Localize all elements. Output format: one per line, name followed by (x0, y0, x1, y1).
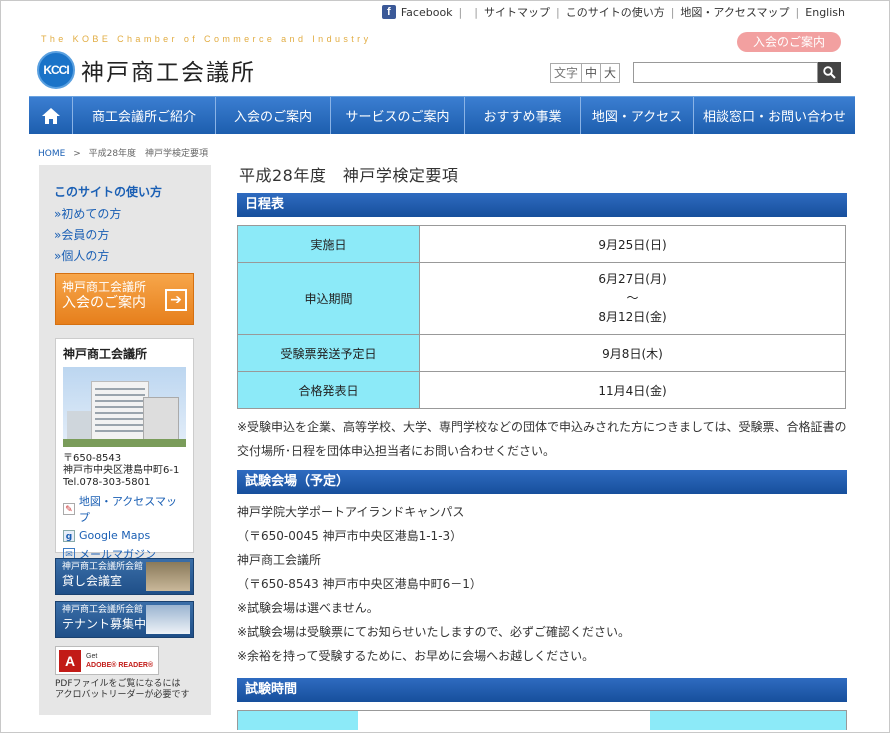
breadcrumb-home[interactable]: HOME (38, 149, 65, 159)
meeting-room-photo (146, 562, 190, 591)
nav-home[interactable] (29, 97, 73, 134)
table-cell: 9月25日(日) (419, 225, 846, 263)
separator: | (555, 5, 560, 19)
sitemap-link[interactable]: サイトマップ (484, 4, 550, 20)
kcci-logo-icon: KCCI (37, 51, 75, 89)
table-row: 実施日 9月25日(日) (237, 225, 846, 263)
separator: | (474, 5, 478, 19)
table-cell: 9月8日(木) (419, 334, 846, 372)
font-size-large-button[interactable]: 大 (600, 63, 621, 83)
sidebar-access-map-link[interactable]: ✎ 地図・アクセスマップ (63, 493, 186, 525)
sidebar-title: このサイトの使い方 (54, 185, 163, 199)
table-row: 合格発表日 11月4日(金) (237, 371, 846, 409)
howto-link[interactable]: このサイトの使い方 (566, 4, 665, 20)
venue-line: （〒650-0045 神戸市中央区港島1-1-3） (237, 529, 463, 543)
join-button[interactable]: 入会のご案内 (737, 32, 841, 52)
facebook-link[interactable]: f Facebook (381, 5, 453, 19)
separator: | (458, 5, 463, 19)
search-icon (823, 66, 836, 79)
nav-access[interactable]: 地図・アクセス (581, 97, 694, 134)
page-title: 平成28年度 神戸学検定要項 (239, 166, 459, 185)
table-cell: 6月27日(月) ～ 8月12日(金) (419, 262, 846, 335)
tenant-building-photo (146, 605, 190, 634)
search-button[interactable] (818, 62, 841, 83)
font-size-switcher: 文字 中 大 (550, 63, 621, 83)
schedule-table: 実施日 9月25日(日) 申込期間 6月27日(月) ～ 8月12日(金) 受験… (237, 225, 846, 409)
office-postal: 〒650-8543 (63, 453, 122, 464)
nav-contact[interactable]: 相談窓口・お問い合わせ (694, 97, 855, 134)
font-size-medium-button[interactable]: 中 (581, 63, 601, 83)
access-map-link[interactable]: 地図・アクセスマップ (680, 4, 789, 20)
nav-membership[interactable]: 入会のご案内 (216, 97, 331, 134)
sidebar-link-individuals[interactable]: »個人の方 (54, 247, 121, 268)
logo-text: 神戸商工会議所 (81, 60, 256, 86)
join-banner[interactable]: 神戸商工会議所 入会のご案内 ➔ (55, 273, 194, 325)
browser-page: f Facebook | | サイトマップ | このサイトの使い方 | 地図・ア… (0, 0, 890, 733)
table-row: 受験票発送予定日 9月8日(木) (237, 334, 846, 372)
venue-line: ※試験会場は受験票にてお知らせいたしますので、必ずご確認ください。 (237, 625, 630, 639)
table-header-cell: 合格発表日 (237, 371, 420, 409)
top-links: f Facebook | | サイトマップ | このサイトの使い方 | 地図・ア… (381, 4, 845, 20)
adobe-reader-button[interactable]: A Get ADOBE® READER® (55, 646, 159, 675)
header-tagline: The KOBE Chamber of Commerce and Industr… (41, 34, 372, 44)
main-content: 平成28年度 神戸学検定要項 日程表 実施日 9月25日(日) 申込期間 6月2… (237, 165, 847, 730)
sidebar-link-first-time[interactable]: »初めての方 (54, 205, 121, 226)
table-cell: 11月4日(金) (419, 371, 846, 409)
search-form (633, 62, 841, 83)
section-heading-schedule: 日程表 (237, 193, 847, 217)
office-info-box: 神戸商工会議所 〒650-8543 神戸市中央区港島中町6-1 Tel.078-… (55, 338, 194, 561)
table-header-cell: 実施日 (237, 225, 420, 263)
venue-line: ※余裕を持って受験するために、お早めに会場へお越しください。 (237, 649, 595, 663)
facebook-icon: f (381, 5, 396, 19)
venue-line: 神戸商工会議所 (237, 553, 322, 567)
pdf-note: PDFファイルをご覧になるには アクロバットリーダーが必要です (55, 679, 190, 700)
nav-about[interactable]: 商工会議所ご紹介 (73, 97, 216, 134)
tenant-banner[interactable]: 神戸商工会議所会館 テナント募集中 (55, 601, 194, 638)
site-logo[interactable]: KCCI 神戸商工会議所 (37, 51, 256, 89)
separator: | (670, 5, 675, 19)
sidebar-links: »初めての方 »会員の方 »個人の方 (54, 205, 121, 268)
home-icon (41, 107, 60, 124)
english-link[interactable]: English (805, 6, 845, 19)
breadcrumb-separator: > (73, 149, 81, 159)
office-tel: Tel.078-303-5801 (63, 477, 151, 488)
breadcrumb-current: 平成28年度 神戸学検定要項 (88, 149, 209, 159)
sidebar-google-maps-link[interactable]: g Google Maps (63, 529, 186, 542)
office-address: 〒650-8543 神戸市中央区港島中町6-1 Tel.078-303-5801 (63, 453, 186, 489)
font-size-label: 文字 (550, 63, 582, 83)
global-nav: 商工会議所ご紹介 入会のご案内 サービスのご案内 おすすめ事業 地図・アクセス … (29, 96, 855, 134)
map-icon: ✎ (63, 503, 75, 515)
venue-line: 神戸学院大学ポートアイランドキャンパス (237, 505, 465, 519)
venue-details: 神戸学院大学ポートアイランドキャンパス （〒650-0045 神戸市中央区港島1… (237, 500, 847, 668)
office-title: 神戸商工会議所 (63, 347, 148, 361)
google-icon: g (63, 529, 75, 542)
table-row: 申込期間 6月27日(月) ～ 8月12日(金) (237, 262, 846, 335)
office-street: 神戸市中央区港島中町6-1 (63, 465, 180, 476)
section-heading-venue: 試験会場（予定） (237, 470, 847, 494)
sidebar-link-members[interactable]: »会員の方 (54, 226, 121, 247)
nav-recommended[interactable]: おすすめ事業 (465, 97, 581, 134)
separator: | (795, 5, 800, 19)
venue-line: （〒650-8543 神戸市中央区港島中町6－1） (237, 577, 482, 591)
time-table-partial (237, 710, 847, 730)
sidebar: このサイトの使い方 »初めての方 »会員の方 »個人の方 神戸商工会議所 入会の… (39, 165, 211, 715)
meeting-room-banner[interactable]: 神戸商工会議所会館 貸し会議室 (55, 558, 194, 595)
table-header-cell: 申込期間 (237, 262, 420, 335)
arrow-right-icon: ➔ (165, 289, 187, 311)
section-heading-time: 試験時間 (237, 678, 847, 702)
table-header-cell: 受験票発送予定日 (237, 334, 420, 372)
nav-services[interactable]: サービスのご案内 (331, 97, 465, 134)
breadcrumb: HOME > 平成28年度 神戸学検定要項 (38, 146, 208, 159)
schedule-note: ※受験申込を企業、高等学校、大学、専門学校などの団体で申込みされた方につきまして… (237, 420, 847, 458)
search-input[interactable] (633, 62, 818, 83)
building-photo (63, 367, 186, 447)
venue-line: ※試験会場は選べません。 (237, 601, 379, 615)
adobe-logo-icon: A (59, 649, 81, 672)
